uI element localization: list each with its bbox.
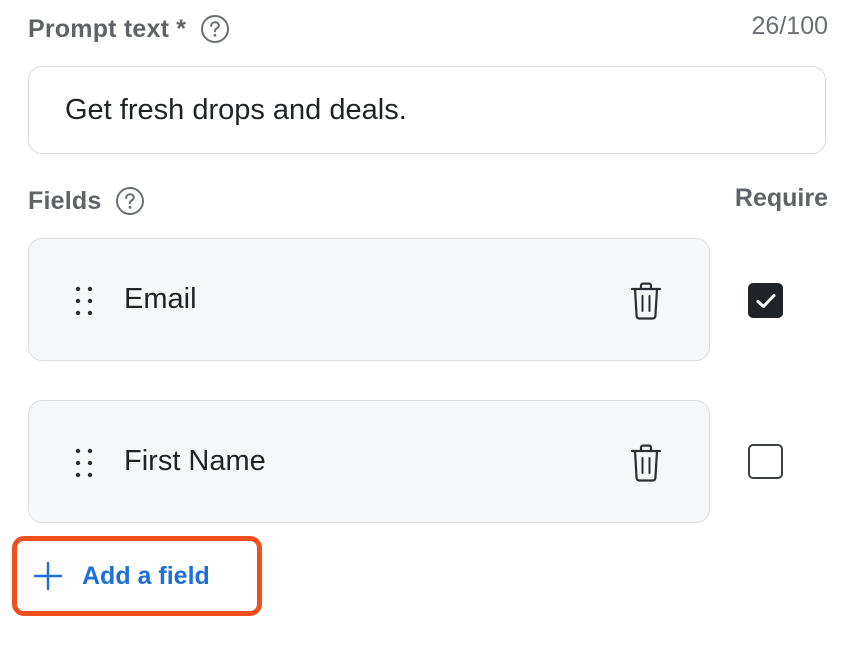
- add-field-button[interactable]: Add a field: [12, 536, 262, 616]
- add-field-label: Add a field: [82, 561, 210, 590]
- trash-icon[interactable]: [629, 281, 663, 321]
- character-counter: 26/100: [751, 12, 828, 40]
- trash-icon[interactable]: [629, 443, 663, 483]
- plus-icon: [33, 561, 63, 591]
- question-circle-icon[interactable]: [115, 186, 145, 216]
- checkmark-icon: [756, 294, 776, 308]
- field-name-label: Email: [124, 283, 197, 315]
- require-column-label: Require: [734, 184, 828, 212]
- drag-handle-icon[interactable]: [73, 285, 95, 317]
- fields-header: Fields Require: [28, 184, 828, 218]
- field-row-first-name[interactable]: First Name: [28, 400, 710, 523]
- question-circle-icon[interactable]: [200, 14, 230, 44]
- require-checkbox-first-name[interactable]: [748, 444, 783, 479]
- fields-label: Fields: [28, 186, 102, 215]
- field-row-email[interactable]: Email: [28, 238, 710, 361]
- drag-handle-icon[interactable]: [73, 447, 95, 479]
- field-settings-panel: Prompt text * 26/100 Get fresh drops and…: [0, 0, 850, 650]
- prompt-text-header: Prompt text * 26/100: [28, 12, 828, 46]
- require-checkbox-email[interactable]: [748, 283, 783, 318]
- prompt-text-label: Prompt text *: [28, 14, 187, 43]
- field-name-label: First Name: [124, 445, 266, 477]
- prompt-text-input[interactable]: Get fresh drops and deals.: [28, 66, 826, 154]
